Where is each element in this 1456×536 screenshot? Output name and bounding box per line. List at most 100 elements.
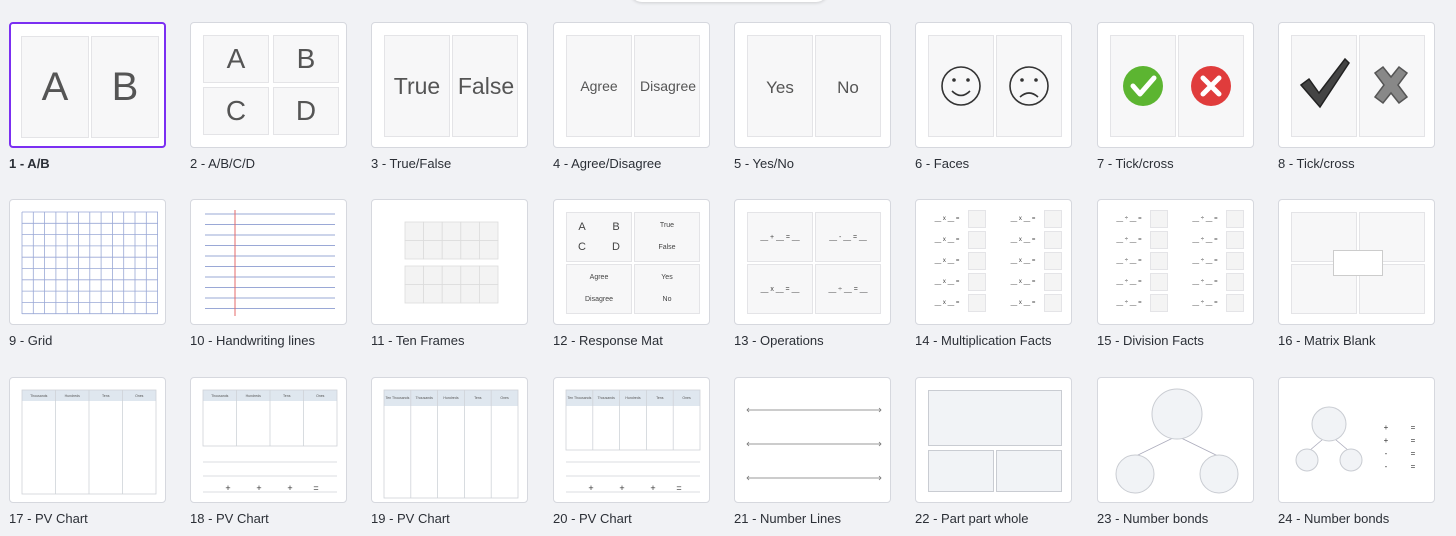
template-thumbnail[interactable]: A B C D True False Agree Yes Disagree No	[553, 199, 710, 325]
template-label: 14 - Multiplication Facts	[915, 333, 1052, 348]
equation-operator: =	[1410, 448, 1416, 458]
template-text: __ x __ =	[934, 216, 960, 222]
template-card[interactable]: __ x __ = __ x __ = __ x __ = __ x __ = __ x…	[915, 199, 1096, 351]
template-card[interactable]: 8 - Tick/cross	[1278, 22, 1456, 174]
template-thumbnail[interactable]: __ + __ = __ __ - __ = __ __ x __ = __ __ ÷…	[734, 199, 891, 325]
template-text: __ ÷ __ =	[1192, 237, 1218, 243]
frame-cell	[460, 265, 480, 285]
pv-header-text: Ten Thousands	[385, 396, 410, 400]
frame-cell	[479, 240, 499, 260]
template-text: B	[296, 43, 316, 74]
template-thumbnail[interactable]: A B C D	[190, 22, 347, 148]
template-thumbnail[interactable]: Yes No	[734, 22, 891, 148]
template-card[interactable]: 7 - Tick/cross	[1097, 22, 1278, 174]
template-text: __ x __ =	[934, 300, 960, 306]
template-card[interactable]: Ten Thousands Thousands Hundreds Tens Ones 19…	[371, 377, 552, 533]
panel	[1150, 210, 1168, 228]
pv-header-text: Tens	[283, 393, 291, 398]
template-text: __ ÷ __ =	[1192, 279, 1218, 285]
template-text: __ ÷ __ =	[1192, 300, 1218, 306]
template-thumbnail[interactable]	[371, 199, 528, 325]
frame-cell	[460, 221, 480, 241]
template-thumbnail[interactable]: True False	[371, 22, 528, 148]
panel	[1044, 252, 1062, 270]
template-thumbnail[interactable]: __ x __ = __ x __ = __ x __ = __ x __ = __ x…	[915, 199, 1072, 325]
number-lines-drawing	[746, 407, 882, 481]
template-card[interactable]: 9 - Grid	[9, 199, 190, 351]
panel	[928, 450, 994, 492]
template-label: 24 - Number bonds	[1278, 511, 1390, 526]
template-card[interactable]: AB 1 - A/B	[9, 22, 190, 174]
template-card[interactable]: 21 - Number Lines	[734, 377, 915, 533]
template-label: 16 - Matrix Blank	[1278, 333, 1376, 348]
panel	[1226, 231, 1244, 249]
template-card[interactable]: A B C D True False Agree Yes Disagree No 12 - Resp…	[553, 199, 734, 351]
template-card[interactable]: __ ÷ __ = __ ÷ __ = __ ÷ __ = __ ÷ __ = __ ÷…	[1097, 199, 1278, 351]
pv-header-text: Thousands	[30, 393, 48, 398]
template-thumbnail[interactable]: + = + = - = - =	[1278, 377, 1435, 503]
template-label: 9 - Grid	[9, 333, 53, 348]
template-card[interactable]: 22 - Part part whole	[915, 377, 1096, 533]
template-thumbnail[interactable]: Thousands Hundreds Tens Ones + + + =	[190, 377, 347, 503]
template-thumbnail[interactable]: __ ÷ __ = __ ÷ __ = __ ÷ __ = __ ÷ __ = __ ÷…	[1097, 199, 1254, 325]
template-thumbnail[interactable]	[1097, 22, 1254, 148]
bond-line	[1135, 435, 1178, 457]
template-card[interactable]: Ten Thousands Thousands Hundreds Tens Ones + +…	[553, 377, 734, 533]
template-text: __ + __ = __	[760, 233, 800, 241]
template-thumbnail[interactable]	[9, 199, 166, 325]
template-card[interactable]: Agree Disagree 4 - Agree/Disagree	[553, 22, 734, 174]
frame-cell	[423, 284, 443, 304]
template-card[interactable]: 11 - Ten Frames	[371, 199, 552, 351]
template-thumbnail[interactable]: Agree Disagree	[553, 22, 710, 148]
template-card[interactable]: Thousands Hundreds Tens Ones 17 - PV Chart	[9, 377, 190, 533]
template-text: __ ÷ __ =	[1116, 258, 1142, 264]
template-card[interactable]: Thousands Hundreds Tens Ones + + + = 18 - PV Cha…	[190, 377, 371, 533]
pv-header-text: Tens	[474, 396, 482, 400]
template-thumbnail[interactable]	[734, 377, 891, 503]
pv-header-text: Ten Thousands	[567, 396, 592, 400]
eye	[1034, 78, 1038, 82]
template-label: 4 - Agree/Disagree	[553, 156, 662, 171]
frame-cell	[441, 284, 462, 304]
part-circle	[1339, 448, 1363, 472]
panel	[928, 390, 1062, 446]
template-thumbnail[interactable]	[190, 199, 347, 325]
template-thumbnail[interactable]: AB	[9, 22, 166, 148]
template-thumbnail[interactable]	[1097, 377, 1254, 503]
template-card[interactable]: 23 - Number bonds	[1097, 377, 1278, 533]
template-text: A	[226, 43, 246, 74]
pv-header-text: Hundreds	[245, 393, 261, 398]
template-text: __ ÷ __ =	[1116, 300, 1142, 306]
template-thumbnail[interactable]	[1278, 22, 1435, 148]
template-thumbnail[interactable]: Ten Thousands Thousands Hundreds Tens Ones	[371, 377, 528, 503]
template-label: 1 - A/B	[9, 156, 50, 171]
template-card[interactable]: Yes No 5 - Yes/No	[734, 22, 915, 174]
template-thumbnail[interactable]	[915, 377, 1072, 503]
template-text: __ x __ =	[934, 279, 960, 285]
template-text: __ x __ =	[1010, 279, 1036, 285]
template-label: 15 - Division Facts	[1097, 333, 1204, 348]
frame-cell	[404, 240, 425, 260]
panel	[1226, 294, 1244, 312]
pv-header-text: Hundreds	[443, 396, 459, 400]
frame-cell	[404, 221, 425, 241]
template-card[interactable]: A B C D 2 - A/B/C/D	[190, 22, 371, 174]
template-thumbnail[interactable]	[915, 22, 1072, 148]
template-label: 13 - Operations	[734, 333, 824, 348]
template-card[interactable]: 16 - Matrix Blank	[1278, 199, 1456, 351]
template-text: False	[457, 72, 515, 99]
pv-header-text: Hundreds	[64, 393, 80, 398]
template-thumbnail[interactable]	[1278, 199, 1435, 325]
template-thumbnail[interactable]: Ten Thousands Thousands Hundreds Tens Ones + +…	[553, 377, 710, 503]
template-card[interactable]: 10 - Handwriting lines	[190, 199, 371, 351]
template-card[interactable]: __ + __ = __ __ - __ = __ __ x __ = __ __ ÷…	[734, 199, 915, 351]
template-thumbnail[interactable]: Thousands Hundreds Tens Ones	[9, 377, 166, 503]
template-label: 23 - Number bonds	[1097, 511, 1209, 526]
template-card[interactable]: True False 3 - True/False	[371, 22, 552, 174]
top-tab	[630, 0, 828, 2]
template-text: D	[295, 95, 317, 126]
template-card[interactable]: + = + = - = - = 24 - Number bonds	[1278, 377, 1456, 533]
template-label: 21 - Number Lines	[734, 511, 841, 526]
template-text: __ x __ = __	[760, 285, 800, 293]
template-card[interactable]: 6 - Faces	[915, 22, 1096, 174]
